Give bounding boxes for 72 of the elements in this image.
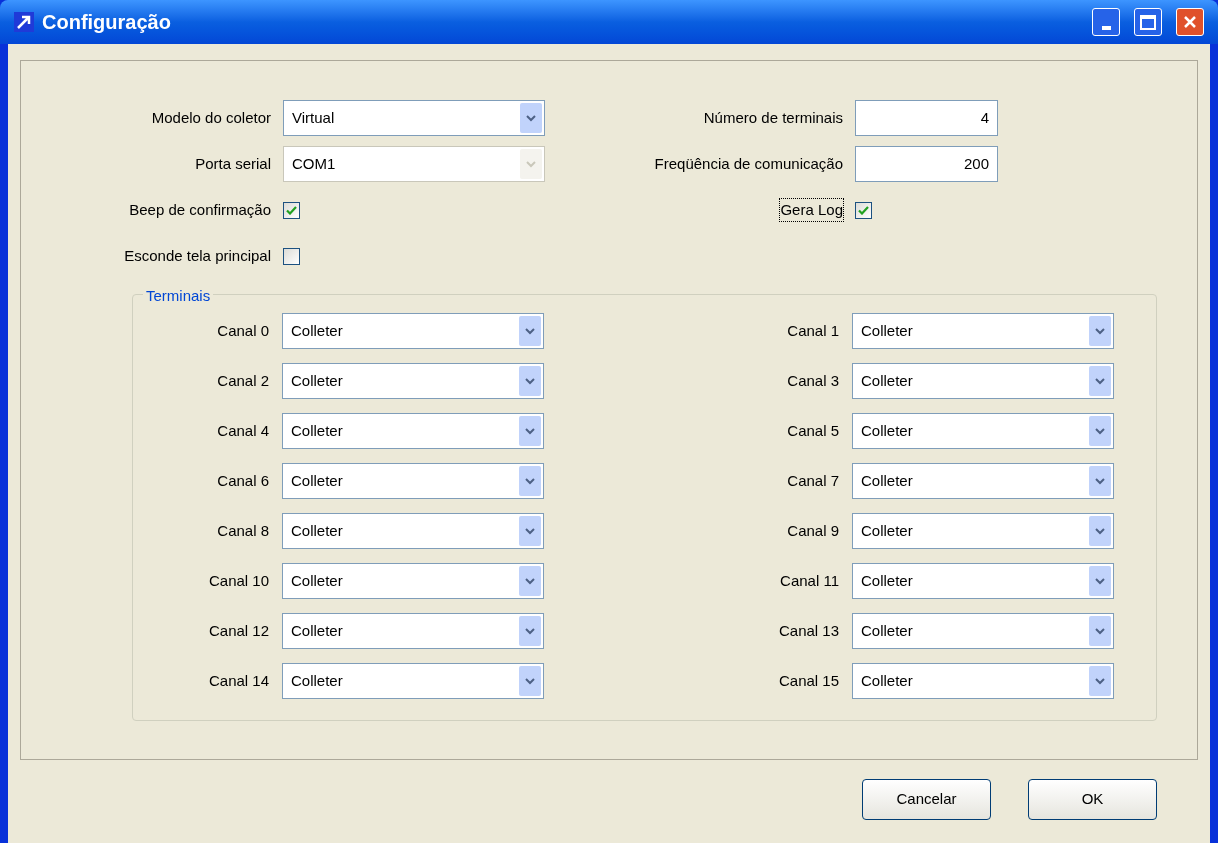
- dropdown[interactable]: Colleter: [282, 413, 544, 449]
- chevron-down-icon[interactable]: [519, 466, 541, 496]
- dropdown[interactable]: Colleter: [282, 363, 544, 399]
- field-label: Canal 13: [778, 620, 839, 641]
- field-label: Freqüência de comunicação: [654, 153, 843, 174]
- chevron-down-icon[interactable]: [519, 616, 541, 646]
- maximize-button[interactable]: [1134, 8, 1162, 36]
- chevron-down-icon[interactable]: [1089, 566, 1111, 596]
- dropdown[interactable]: Colleter: [852, 313, 1114, 349]
- field-label: Beep de confirmação: [129, 199, 271, 220]
- field-label: Número de terminais: [703, 107, 843, 128]
- checkmark-icon: [286, 205, 297, 215]
- field-label: Canal 5: [787, 420, 839, 441]
- window-title: Configuração: [42, 10, 172, 35]
- chevron-down-icon[interactable]: [1089, 416, 1111, 446]
- field-label: Modelo do coletor: [151, 107, 271, 128]
- dropdown[interactable]: Colleter: [282, 613, 544, 649]
- close-button[interactable]: [1176, 8, 1204, 36]
- chevron-down-icon[interactable]: [1089, 466, 1111, 496]
- chevron-down-icon[interactable]: [519, 566, 541, 596]
- chevron-down-icon[interactable]: [1089, 516, 1111, 546]
- dropdown[interactable]: Colleter: [852, 413, 1114, 449]
- dropdown[interactable]: Colleter: [852, 463, 1114, 499]
- field-label: Canal 11: [780, 570, 839, 591]
- chevron-down-icon[interactable]: [519, 366, 541, 396]
- dialog-button[interactable]: Cancelar: [862, 779, 991, 820]
- checkbox[interactable]: [283, 247, 300, 265]
- dropdown[interactable]: Colleter: [852, 613, 1114, 649]
- chevron-down-icon[interactable]: [520, 103, 542, 133]
- close-icon: [1183, 15, 1197, 29]
- field-label: Canal 14: [208, 670, 269, 691]
- field-label: Canal 6: [217, 470, 269, 491]
- dropdown[interactable]: Colleter: [852, 513, 1114, 549]
- dropdown[interactable]: Colleter: [282, 313, 544, 349]
- dropdown[interactable]: Colleter: [282, 663, 544, 699]
- dropdown[interactable]: Colleter: [852, 363, 1114, 399]
- field-label: Canal 3: [787, 370, 839, 391]
- field-label: Canal 12: [208, 620, 269, 641]
- field-label: Canal 8: [217, 520, 269, 541]
- chevron-down-icon[interactable]: [519, 516, 541, 546]
- chevron-down-icon[interactable]: [1089, 666, 1111, 696]
- field-label: Canal 9: [787, 520, 839, 541]
- dropdown[interactable]: Colleter: [852, 563, 1114, 599]
- field-label: Canal 0: [217, 320, 269, 341]
- chevron-down-icon[interactable]: [1089, 366, 1111, 396]
- field-label: Canal 1: [787, 320, 839, 341]
- field-label: Canal 2: [217, 370, 269, 391]
- field-label: Canal 4: [217, 420, 269, 441]
- chevron-down-icon[interactable]: [519, 666, 541, 696]
- dropdown[interactable]: Virtual: [283, 100, 545, 136]
- field-label: Esconde tela principal: [124, 245, 271, 266]
- dropdown[interactable]: Colleter: [852, 663, 1114, 699]
- field-label: Canal 15: [778, 670, 839, 691]
- checkbox[interactable]: [855, 201, 872, 219]
- field-label: Canal 7: [787, 470, 839, 491]
- checkbox[interactable]: [283, 201, 300, 219]
- chevron-down-icon[interactable]: [519, 416, 541, 446]
- minimize-button[interactable]: [1092, 8, 1120, 36]
- number-field[interactable]: 200: [855, 146, 998, 182]
- checkmark-icon: [858, 205, 869, 215]
- chevron-down-icon[interactable]: [1089, 316, 1111, 346]
- field-label: Gera Log: [780, 198, 843, 222]
- chevron-down-icon[interactable]: [519, 316, 541, 346]
- arrow-icon: [14, 12, 34, 32]
- field-label: Porta serial: [195, 153, 271, 174]
- number-field[interactable]: 4: [855, 100, 998, 136]
- chevron-down-icon[interactable]: [1089, 616, 1111, 646]
- dialog-button[interactable]: OK: [1028, 779, 1157, 820]
- dropdown[interactable]: Colleter: [282, 563, 544, 599]
- dropdown[interactable]: Colleter: [282, 513, 544, 549]
- dropdown[interactable]: Colleter: [282, 463, 544, 499]
- field-label: Canal 10: [208, 570, 269, 591]
